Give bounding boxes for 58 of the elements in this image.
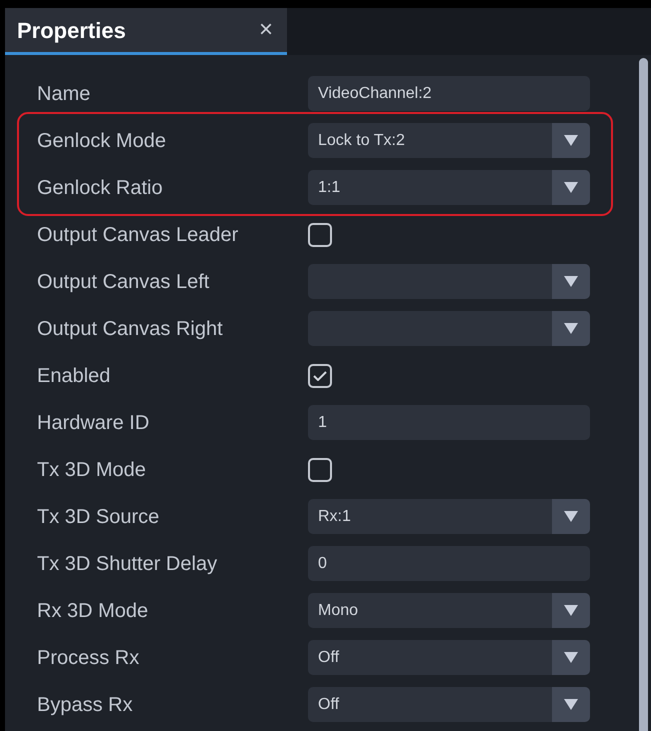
field-value: Rx:1 — [317, 506, 352, 526]
properties-tab[interactable]: Properties × — [5, 8, 287, 55]
field-value: Mono — [317, 600, 360, 620]
property-label: Hardware ID — [37, 410, 150, 436]
property-label: Tx 3D Source — [37, 504, 160, 530]
caret-icon — [564, 182, 578, 193]
caret-icon — [564, 276, 578, 287]
dropdown-arrow-button[interactable] — [552, 123, 590, 158]
tab-title: Properties — [17, 16, 126, 45]
dropdown-arrow-button[interactable] — [552, 640, 590, 675]
dropdown-field[interactable] — [308, 264, 590, 299]
caret-icon — [564, 323, 578, 334]
field-value: Off — [317, 648, 340, 668]
dropdown-field[interactable]: Mono — [308, 593, 590, 628]
property-label: Output Canvas Left — [37, 270, 210, 294]
caret-icon — [564, 511, 578, 522]
scrollbar-thumb[interactable] — [639, 58, 648, 731]
property-label: Rx 3D Mode — [37, 598, 150, 624]
input-field[interactable]: VideoChannel:2 — [308, 76, 590, 111]
checkbox[interactable] — [308, 222, 332, 246]
property-label: Output Canvas Leader — [37, 222, 240, 248]
dropdown-field[interactable]: Off — [308, 640, 590, 675]
property-label: Genlock Ratio — [37, 176, 164, 200]
property-label: Name — [37, 82, 92, 106]
input-field[interactable]: 1 — [308, 405, 590, 440]
property-label: Tx 3D Mode — [37, 458, 147, 482]
dropdown-arrow-button[interactable] — [552, 170, 590, 205]
caret-icon — [564, 699, 578, 710]
caret-icon — [564, 135, 578, 146]
dropdown-arrow-button[interactable] — [552, 264, 590, 299]
property-label: Bypass Rx — [37, 692, 134, 718]
dropdown-field[interactable]: 1:1 — [308, 170, 590, 205]
field-value: 0 — [317, 554, 328, 574]
property-label: Process Rx — [37, 646, 140, 670]
dropdown-arrow-button[interactable] — [552, 499, 590, 534]
dropdown-arrow-button[interactable] — [552, 687, 590, 722]
dropdown-field[interactable] — [308, 311, 590, 346]
property-label: Enabled — [37, 364, 112, 388]
caret-icon — [564, 605, 578, 616]
dropdown-field[interactable]: Rx:1 — [308, 499, 590, 534]
dropdown-field[interactable]: Off — [308, 687, 590, 722]
checkbox[interactable] — [308, 364, 332, 388]
field-value: 1 — [317, 412, 328, 432]
field-value: Off — [317, 694, 340, 714]
input-field[interactable]: 0 — [308, 546, 590, 581]
property-label: Tx 3D Shutter Delay — [37, 552, 218, 576]
dropdown-arrow-button[interactable] — [552, 593, 590, 628]
field-value: Lock to Tx:2 — [317, 130, 406, 150]
field-value: 1:1 — [317, 178, 342, 198]
close-button[interactable]: × — [254, 18, 277, 42]
caret-icon — [564, 652, 578, 663]
checkbox[interactable] — [308, 458, 332, 482]
property-label: Genlock Mode — [37, 128, 167, 154]
checkmark-icon — [313, 370, 327, 380]
dropdown-arrow-button[interactable] — [552, 311, 590, 346]
property-label: Output Canvas Right — [37, 316, 224, 342]
dropdown-field[interactable]: Lock to Tx:2 — [308, 123, 590, 158]
field-value: VideoChannel:2 — [317, 84, 433, 104]
